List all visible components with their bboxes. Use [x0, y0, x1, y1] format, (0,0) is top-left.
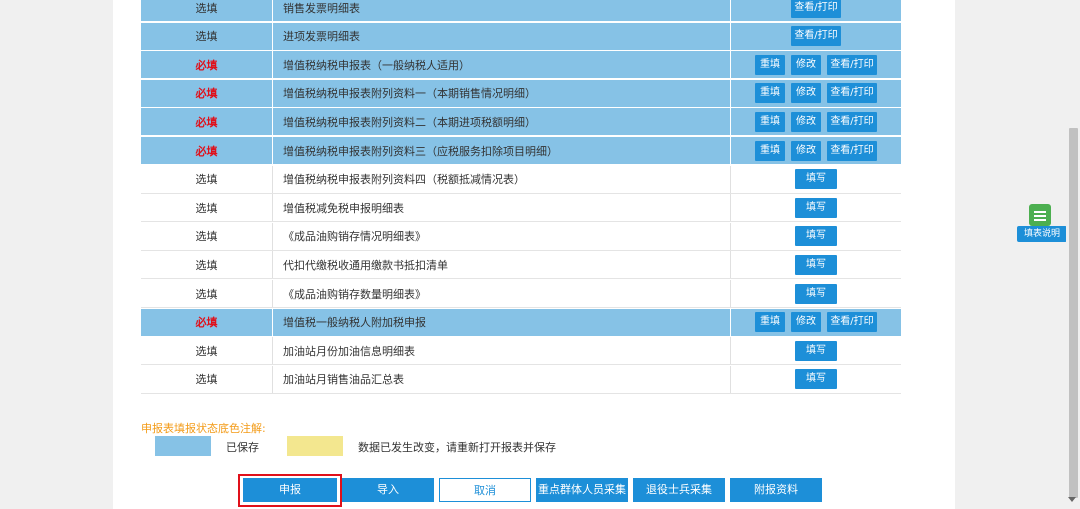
- table-row: 必填 增值税纳税申报表（一般纳税人适用） 重填 修改 查看/打印: [141, 51, 901, 80]
- row-actions: 填写: [731, 166, 901, 193]
- row-report-name: 代扣代缴税收通用缴款书抵扣清单: [273, 251, 731, 279]
- form-note-icon: [1029, 204, 1051, 226]
- row-actions: 填写: [731, 223, 901, 250]
- view-print-button[interactable]: 查看/打印: [827, 83, 877, 104]
- view-print-button[interactable]: 查看/打印: [827, 54, 877, 75]
- modify-button[interactable]: 修改: [791, 111, 821, 132]
- legend-title: 申报表填报状态底色注解:: [141, 422, 266, 435]
- row-type-label: 选填: [141, 22, 273, 50]
- fill-button[interactable]: 填写: [795, 169, 837, 190]
- table-row: 选填 增值税纳税申报表附列资料四（税额抵减情况表） 填写: [141, 165, 901, 194]
- view-print-button[interactable]: 查看/打印: [827, 312, 877, 333]
- fill-instructions-label: 填表说明: [1017, 226, 1067, 242]
- modify-button[interactable]: 修改: [791, 140, 821, 161]
- legend-changed-swatch: [287, 436, 343, 456]
- row-actions: 填写: [731, 366, 901, 393]
- fill-button[interactable]: 填写: [795, 369, 837, 390]
- row-report-name: 增值税减免税申报明细表: [273, 194, 731, 222]
- modify-button[interactable]: 修改: [791, 54, 821, 75]
- row-actions: 填写: [731, 194, 901, 221]
- row-report-name: 增值税纳税申报表（一般纳税人适用）: [273, 51, 731, 79]
- row-report-name: 增值税纳税申报表附列资料四（税额抵减情况表）: [273, 165, 731, 193]
- table-row: 选填 加油站月份加油信息明细表 填写: [141, 337, 901, 366]
- legend-saved-label: 已保存: [226, 441, 259, 454]
- scroll-down-arrow-icon[interactable]: [1068, 497, 1076, 502]
- legend-saved-swatch: [155, 436, 211, 456]
- fill-button[interactable]: 填写: [795, 340, 837, 361]
- table-row: 选填 代扣代缴税收通用缴款书抵扣清单 填写: [141, 251, 901, 280]
- row-type-label: 必填: [141, 308, 273, 336]
- modify-button[interactable]: 修改: [791, 312, 821, 333]
- row-report-name: 销售发票明细表: [273, 0, 731, 21]
- legend-changed-label: 数据已发生改变，请重新打开报表并保存: [358, 441, 556, 454]
- row-report-name: 加油站月销售油品汇总表: [273, 365, 731, 393]
- row-type-label: 必填: [141, 137, 273, 164]
- report-table: 选填 销售发票明细表 查看/打印 选填 进项发票明细表 查看/打印 必填 增值税纳税申报表（一…: [141, 0, 901, 408]
- fill-button[interactable]: 填写: [795, 254, 837, 275]
- row-actions: 填写: [731, 251, 901, 278]
- row-type-label: 必填: [141, 51, 273, 79]
- row-type-label: 选填: [141, 0, 273, 21]
- row-type-label: 选填: [141, 222, 273, 250]
- row-type-label: 选填: [141, 337, 273, 365]
- row-report-name: 加油站月份加油信息明细表: [273, 337, 731, 365]
- row-report-name: 增值税纳税申报表附列资料二（本期进项税额明细）: [273, 108, 731, 136]
- veterans-collect-button[interactable]: 退役士兵采集: [633, 478, 725, 502]
- row-type-label: 必填: [141, 79, 273, 107]
- table-row: 选填 加油站月销售油品汇总表 填写: [141, 365, 901, 394]
- row-actions: 重填 修改 查看/打印: [731, 80, 901, 107]
- table-row: 必填 增值税纳税申报表附列资料二（本期进项税额明细） 重填 修改 查看/打印: [141, 108, 901, 137]
- cancel-button[interactable]: 取消: [439, 478, 531, 502]
- row-actions: 查看/打印: [731, 0, 901, 21]
- row-type-label: 必填: [141, 108, 273, 136]
- refill-button[interactable]: 重填: [755, 140, 785, 161]
- table-row: 选填 《成品油购销存数量明细表》 填写: [141, 280, 901, 308]
- fill-instructions-widget[interactable]: 填表说明: [1017, 200, 1067, 244]
- action-bar: 申报 导入 取消 重点群体人员采集 退役士兵采集 附报资料: [113, 474, 955, 509]
- table-row: 必填 增值税纳税申报表附列资料一（本期销售情况明细） 重填 修改 查看/打印: [141, 79, 901, 108]
- fill-button[interactable]: 填写: [795, 197, 837, 218]
- table-row: 选填 进项发票明细表 查看/打印: [141, 22, 901, 51]
- declare-highlight-box: [238, 474, 342, 507]
- row-actions: 重填 修改 查看/打印: [731, 51, 901, 78]
- row-report-name: 进项发票明细表: [273, 22, 731, 50]
- row-actions: 填写: [731, 337, 901, 364]
- scrollbar-thumb[interactable]: [1069, 128, 1078, 498]
- row-report-name: 增值税纳税申报表附列资料一（本期销售情况明细）: [273, 79, 731, 107]
- row-report-name: 增值税一般纳税人附加税申报: [273, 308, 731, 336]
- row-actions: 重填 修改 查看/打印: [731, 309, 901, 336]
- table-row: 必填 增值税纳税申报表附列资料三（应税服务扣除项目明细） 重填 修改 查看/打印: [141, 137, 901, 165]
- row-actions: 查看/打印: [731, 23, 901, 50]
- table-row: 选填 《成品油购销存情况明细表》 填写: [141, 222, 901, 251]
- row-type-label: 选填: [141, 165, 273, 193]
- row-type-label: 选填: [141, 251, 273, 279]
- row-actions: 重填 修改 查看/打印: [731, 108, 901, 135]
- view-print-button[interactable]: 查看/打印: [827, 111, 877, 132]
- row-type-label: 选填: [141, 194, 273, 222]
- view-print-button[interactable]: 查看/打印: [791, 0, 841, 18]
- table-row: 选填 销售发票明细表 查看/打印: [141, 0, 901, 22]
- refill-button[interactable]: 重填: [755, 83, 785, 104]
- refill-button[interactable]: 重填: [755, 54, 785, 75]
- table-row: 选填 增值税减免税申报明细表 填写: [141, 194, 901, 223]
- import-button[interactable]: 导入: [342, 478, 434, 502]
- table-row: 必填 增值税一般纳税人附加税申报 重填 修改 查看/打印: [141, 308, 901, 337]
- row-actions: 重填 修改 查看/打印: [731, 137, 901, 164]
- refill-button[interactable]: 重填: [755, 111, 785, 132]
- fill-button[interactable]: 填写: [795, 283, 837, 304]
- row-actions: 填写: [731, 280, 901, 307]
- refill-button[interactable]: 重填: [755, 312, 785, 333]
- row-report-name: 《成品油购销存情况明细表》: [273, 222, 731, 250]
- fill-button[interactable]: 填写: [795, 226, 837, 247]
- row-report-name: 《成品油购销存数量明细表》: [273, 280, 731, 307]
- attachments-button[interactable]: 附报资料: [730, 478, 822, 502]
- row-type-label: 选填: [141, 365, 273, 393]
- key-groups-collect-button[interactable]: 重点群体人员采集: [536, 478, 628, 502]
- view-print-button[interactable]: 查看/打印: [791, 26, 841, 47]
- modify-button[interactable]: 修改: [791, 83, 821, 104]
- view-print-button[interactable]: 查看/打印: [827, 140, 877, 161]
- row-type-label: 选填: [141, 280, 273, 307]
- declaration-page: 选填 销售发票明细表 查看/打印 选填 进项发票明细表 查看/打印 必填 增值税纳税申报表（一…: [113, 0, 955, 509]
- row-report-name: 增值税纳税申报表附列资料三（应税服务扣除项目明细）: [273, 137, 731, 164]
